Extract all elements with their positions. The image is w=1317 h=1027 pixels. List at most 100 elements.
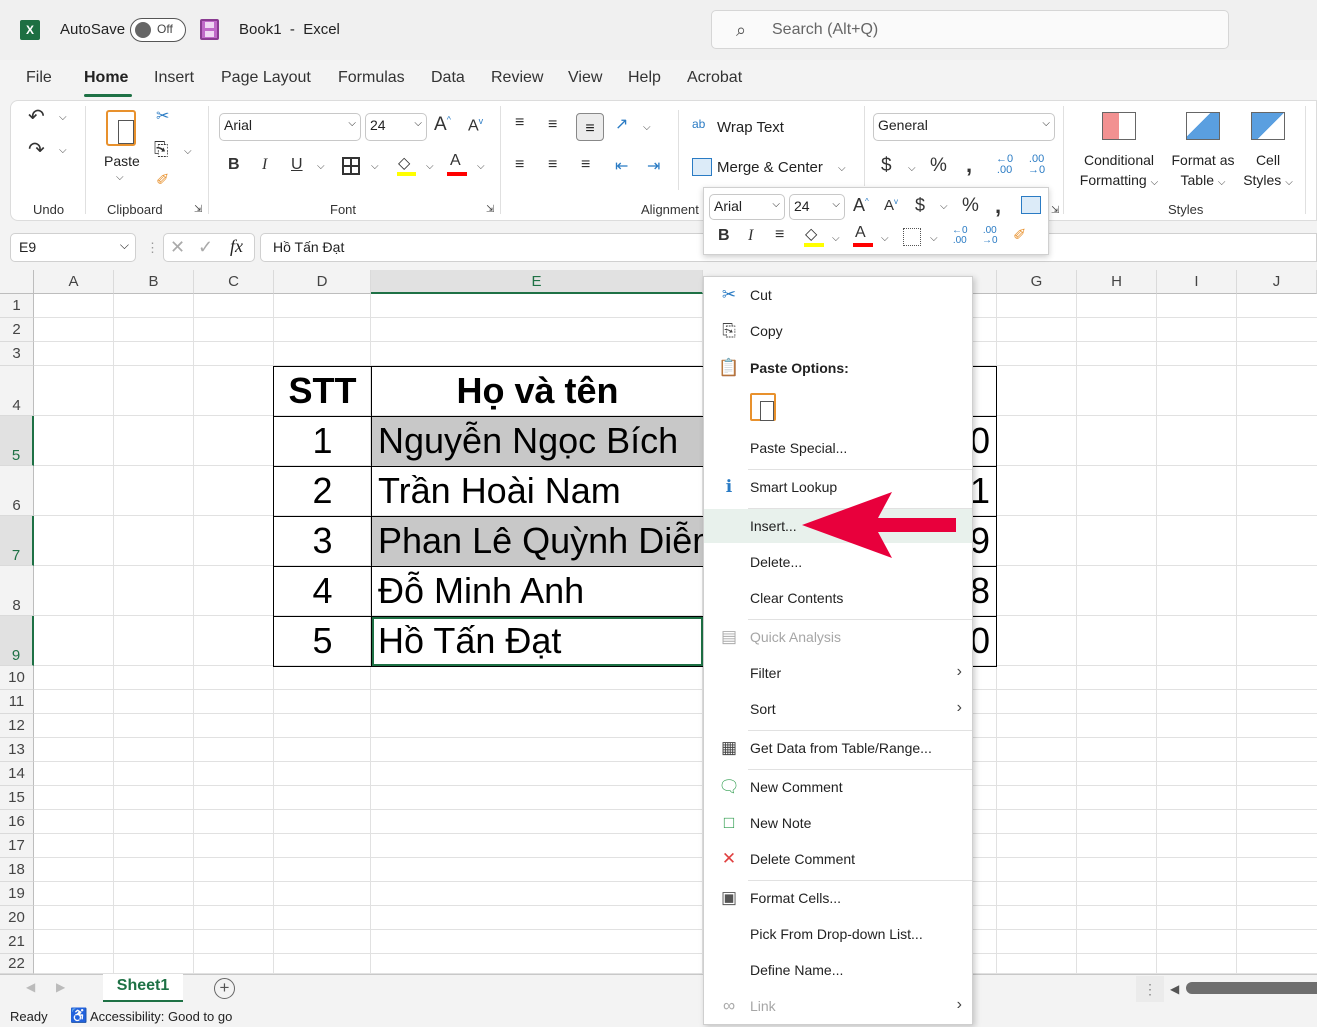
column-header-h[interactable]: H [1077, 270, 1157, 294]
merge-center-dropdown[interactable]: ⌵ [838, 163, 846, 174]
mini-merge-icon[interactable] [1021, 196, 1041, 214]
context-menu-item-new-comment[interactable]: 🗨 New Comment [704, 770, 972, 804]
mini-font-name-select[interactable]: Arial ⌵ [709, 194, 785, 220]
tab-help[interactable]: Help [628, 69, 661, 87]
copy-dropdown[interactable]: ⌵ [184, 146, 192, 157]
merge-center-button[interactable]: Merge & Center [717, 159, 823, 176]
row-header-8[interactable]: 8 [0, 566, 34, 616]
number-format-select[interactable]: General ⌵ [873, 113, 1055, 141]
wrap-text-button[interactable]: Wrap Text [717, 119, 784, 136]
tab-acrobat[interactable]: Acrobat [687, 69, 742, 87]
context-menu-item-pick-from-drop-down-list[interactable]: Pick From Drop-down List... [704, 917, 972, 951]
increase-indent-icon[interactable]: ⇥ [647, 156, 660, 176]
hscroll-grip-icon[interactable]: ⋮ [1136, 976, 1164, 1002]
mini-borders-icon[interactable] [903, 228, 921, 246]
row-header-9[interactable]: 9 [0, 616, 34, 666]
font-color-icon[interactable]: A [450, 152, 461, 170]
context-menu-item-delete-comment[interactable]: ✕ Delete Comment [704, 842, 972, 876]
redo-icon[interactable]: ↷ [28, 137, 45, 162]
mini-decrease-font-icon[interactable]: Av [884, 197, 898, 214]
cell-styles-button[interactable]: Cell Styles ⌵ [1238, 150, 1298, 193]
sheet-tab-sheet1[interactable]: Sheet1 [103, 974, 183, 1002]
row-header-2[interactable]: 2 [0, 318, 34, 342]
underline-dropdown[interactable]: ⌵ [317, 161, 325, 172]
row-header-12[interactable]: 12 [0, 714, 34, 738]
header-cell-name[interactable]: Họ và tên [371, 366, 704, 417]
tab-insert[interactable]: Insert [154, 69, 194, 87]
row-header-7[interactable]: 7 [0, 516, 34, 566]
save-icon[interactable] [200, 19, 219, 40]
autosave-toggle[interactable]: Off [130, 18, 186, 42]
mini-center-icon[interactable]: ≡ [775, 226, 784, 244]
undo-dropdown[interactable]: ⌵ [59, 112, 67, 123]
italic-button[interactable]: I [262, 156, 267, 174]
undo-icon[interactable]: ↶ [28, 104, 45, 129]
orientation-dropdown[interactable]: ⌵ [643, 122, 651, 133]
scroll-sheets-left-icon[interactable]: ◀ [26, 980, 35, 994]
paste-option-keep-source-button[interactable] [750, 393, 776, 421]
row-header-19[interactable]: 19 [0, 882, 34, 906]
row-header-16[interactable]: 16 [0, 810, 34, 834]
column-header-i[interactable]: I [1157, 270, 1237, 294]
context-menu-item-paste-special[interactable]: Paste Special... [704, 431, 972, 465]
row-header-14[interactable]: 14 [0, 762, 34, 786]
font-size-select[interactable]: 24 ⌵ [365, 113, 427, 141]
decrease-decimal-icon[interactable]: .00 →0 [1028, 154, 1045, 176]
decrease-indent-icon[interactable]: ⇤ [615, 156, 628, 176]
tab-view[interactable]: View [568, 69, 602, 87]
scroll-sheets-right-icon[interactable]: ▶ [56, 980, 65, 994]
mini-fill-dropdown[interactable]: ⌵ [832, 233, 840, 244]
scroll-left-icon[interactable]: ◀ [1170, 982, 1179, 996]
column-header-e[interactable]: E [371, 270, 703, 294]
format-as-table-icon[interactable] [1186, 112, 1220, 140]
row-header-20[interactable]: 20 [0, 906, 34, 930]
mini-bold-icon[interactable]: B [718, 227, 730, 245]
context-menu-item-new-note[interactable]: □ New Note [704, 806, 972, 840]
row-header-4[interactable]: 4 [0, 366, 34, 416]
borders-dropdown[interactable]: ⌵ [371, 161, 379, 172]
paste-button[interactable]: Paste [104, 153, 140, 169]
row-header-22[interactable]: 22 [0, 954, 34, 974]
bottom-align-button[interactable]: ≡ [576, 113, 604, 141]
row-header-1[interactable]: 1 [0, 294, 34, 318]
align-center-icon[interactable]: ≡ [548, 156, 557, 174]
row-header-21[interactable]: 21 [0, 930, 34, 954]
fill-color-icon[interactable]: ◇ [398, 153, 410, 173]
redo-dropdown[interactable]: ⌵ [59, 145, 67, 156]
mini-italic-icon[interactable]: I [748, 227, 753, 245]
row-header-3[interactable]: 3 [0, 342, 34, 366]
stt-cell[interactable]: 1 [273, 416, 372, 467]
name-cell[interactable]: Phan Lê Quỳnh Diễm [371, 516, 704, 567]
mini-decrease-decimal-icon[interactable]: .00 →0 [982, 226, 998, 246]
middle-align-icon[interactable]: ≡ [548, 116, 557, 134]
column-header-d[interactable]: D [274, 270, 371, 294]
decrease-font-size-icon[interactable]: Av [468, 116, 483, 135]
stt-cell[interactable]: 4 [273, 566, 372, 617]
cell-styles-icon[interactable] [1251, 112, 1285, 140]
currency-icon[interactable]: $ [881, 155, 892, 177]
mini-font-size-select[interactable]: 24 ⌵ [789, 194, 845, 220]
context-menu-item-copy[interactable]: ⎘ Copy [704, 314, 972, 348]
name-cell[interactable]: Hồ Tấn Đạt [371, 616, 704, 667]
mini-percent-icon[interactable]: % [962, 195, 979, 217]
context-menu-item-define-name[interactable]: Define Name... [704, 953, 972, 987]
name-cell[interactable]: Trần Hoài Nam [371, 466, 704, 517]
row-header-10[interactable]: 10 [0, 666, 34, 690]
cut-icon[interactable]: ✂ [156, 106, 169, 126]
underline-button[interactable]: U [291, 156, 303, 174]
tab-page-layout[interactable]: Page Layout [221, 69, 311, 87]
merge-center-icon[interactable] [692, 158, 712, 176]
fill-color-dropdown[interactable]: ⌵ [426, 161, 434, 172]
row-header-17[interactable]: 17 [0, 834, 34, 858]
mini-comma-icon[interactable]: , [995, 193, 1001, 219]
font-launcher-icon[interactable]: ⇲ [486, 204, 494, 215]
context-menu-item-quick-analysis[interactable]: ▤ Quick Analysis [704, 620, 972, 654]
header-cell-stt[interactable]: STT [273, 366, 372, 417]
number-launcher-icon[interactable]: ⇲ [1051, 205, 1059, 216]
context-menu-item-get-data-from-table-range[interactable]: ▦ Get Data from Table/Range... [704, 731, 972, 765]
comma-style-icon[interactable]: , [966, 152, 972, 178]
font-color-dropdown[interactable]: ⌵ [477, 161, 485, 172]
conditional-formatting-button[interactable]: Conditional Formatting ⌵ [1076, 150, 1162, 193]
row-header-6[interactable]: 6 [0, 466, 34, 516]
context-menu-item-link[interactable]: ∞ Link › [704, 989, 972, 1023]
